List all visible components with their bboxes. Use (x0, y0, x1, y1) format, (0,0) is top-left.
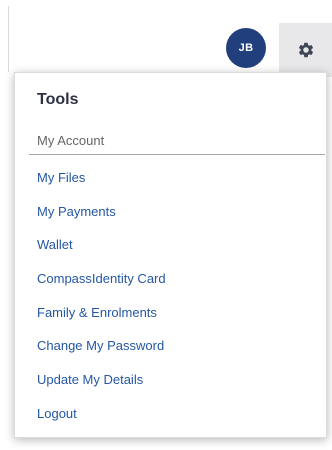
top-bar: JB (8, 6, 332, 77)
menu-item-wallet[interactable]: Wallet (37, 237, 166, 271)
menu-item-compassidentity-card[interactable]: CompassIdentity Card (37, 271, 166, 305)
menu-list: My Files My Payments Wallet CompassIdent… (37, 170, 166, 440)
avatar[interactable]: JB (226, 28, 266, 68)
tools-dropdown-menu: Tools My Account My Files My Payments Wa… (14, 72, 327, 438)
gear-icon (298, 42, 314, 58)
menu-item-change-password[interactable]: Change My Password (37, 338, 166, 372)
section-header-my-account: My Account (37, 133, 105, 148)
menu-item-update-details[interactable]: Update My Details (37, 372, 166, 406)
menu-item-family-enrolments[interactable]: Family & Enrolments (37, 305, 166, 339)
dropdown-title: Tools (37, 91, 79, 108)
menu-item-my-payments[interactable]: My Payments (37, 204, 166, 238)
menu-item-my-files[interactable]: My Files (37, 170, 166, 204)
menu-item-logout[interactable]: Logout (37, 406, 166, 440)
divider (29, 154, 325, 155)
settings-button[interactable] (279, 23, 332, 77)
